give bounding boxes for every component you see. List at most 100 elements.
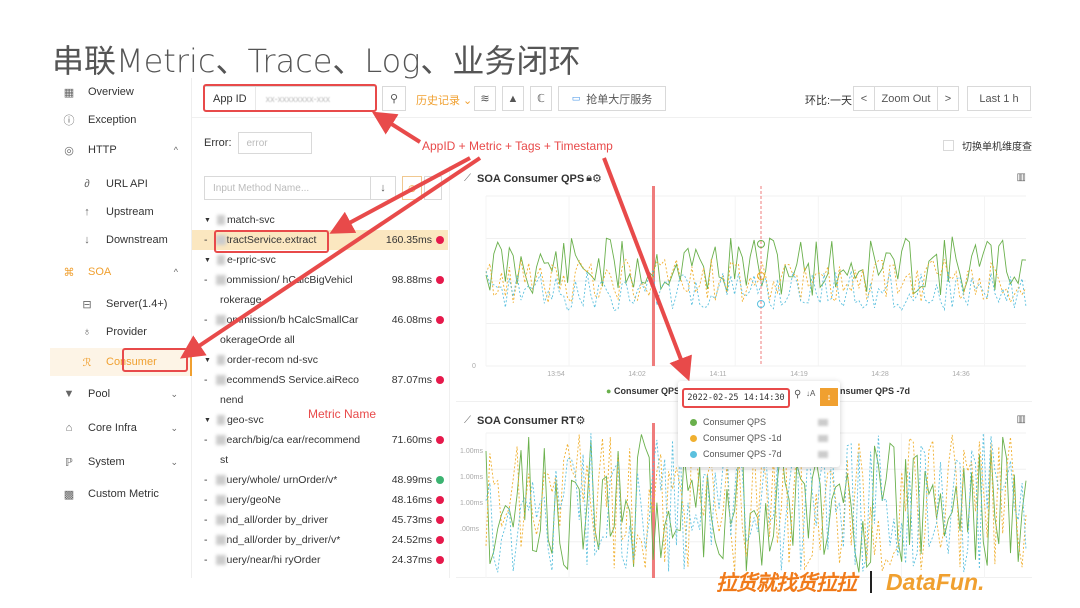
legend-7d[interactable]: Consumer QPS -7d — [828, 386, 910, 396]
next-button[interactable]: > — [937, 86, 959, 111]
sidebar-item-soa[interactable]: ⌘ SOA ^ — [50, 258, 192, 286]
method-row[interactable]: - nd_all/order by_driver 45.73ms — [192, 510, 448, 530]
chevron-icon[interactable]: ^ — [174, 267, 178, 277]
method-name-continued: nend — [220, 394, 244, 406]
sidebar-item-provider[interactable]: ♁ Provider — [50, 318, 192, 346]
redacted — [215, 275, 226, 285]
sidebar-item-downstream[interactable]: ↓ Downstream — [50, 226, 192, 254]
method-name: earch/big/ca ear/recommend — [226, 434, 361, 446]
error-filter: Error: error — [204, 132, 312, 154]
status-dot — [436, 436, 444, 444]
method-row[interactable]: - ommission/b hCalcSmallCar 46.08ms — [192, 310, 448, 330]
legend-qps[interactable]: ● Consumer QPS — [606, 386, 680, 396]
huolala-logo: 拉货就找货拉拉 — [716, 572, 857, 595]
arrow-down-icon: ↓ — [84, 234, 90, 246]
search-icon[interactable]: ⚲ — [794, 389, 801, 400]
tooltip-series-row: Consumer QPS — [690, 417, 828, 427]
logo-divider — [870, 571, 872, 593]
dash: - — [204, 494, 208, 506]
dash: - — [204, 234, 208, 246]
link-icon: ∂ — [84, 178, 90, 190]
latency-value: 48.99ms — [391, 474, 432, 486]
sidebar-item-label: Provider — [106, 326, 147, 338]
service-group[interactable]: ▼ order-recom nd-svc — [192, 350, 448, 370]
y-tick-label: 1.00ms — [460, 448, 483, 455]
time-range-button[interactable]: Last 1 h — [967, 86, 1031, 111]
user-icon: ♁ — [82, 326, 92, 338]
y-tick-label: 0 — [472, 363, 476, 370]
method-row[interactable]: - earch/big/ca ear/recommend 71.60ms — [192, 430, 448, 450]
redacted — [215, 315, 226, 325]
caret-down-icon[interactable]: ▼ — [204, 417, 211, 424]
sidebar-item-server-1-4[interactable]: ⊟ Server(1.4+) — [50, 290, 192, 318]
error-input[interactable]: error — [237, 132, 312, 154]
trace-tool-button[interactable]: ≋ — [474, 86, 496, 111]
service-button[interactable]: ▭ 抢单大厅服务 — [558, 86, 666, 111]
latency-value: 98.88ms — [391, 274, 432, 286]
dash: - — [204, 514, 208, 526]
sidebar-item-custom-metric[interactable]: ▩ Custom Metric — [50, 480, 192, 508]
qps-chart[interactable]: 13:54 14:02 14:11 14:19 14:28 14:36 0 — [456, 166, 1032, 402]
prev-button[interactable]: < — [853, 86, 875, 111]
search-icon: ⚲ — [389, 93, 399, 105]
sort-button[interactable]: ↓ — [370, 176, 396, 200]
service-group[interactable]: ▼ e-rpric-svc — [192, 250, 448, 270]
search-button[interactable]: ⚲ — [382, 86, 406, 111]
sidebar: ▦ Overview ⓘ Exception ◎ HTTP ^ ∂ URL API ↑ Upstre… — [50, 78, 192, 578]
chevron-icon[interactable]: ⌄ — [170, 389, 178, 400]
sidebar-item-overview[interactable]: ▦ Overview — [50, 78, 192, 106]
history-dropdown[interactable]: 历史记录 ⌄ — [416, 92, 472, 108]
sidebar-item-http[interactable]: ◎ HTTP ^ — [50, 136, 192, 164]
sidebar-item-label: Server(1.4+) — [106, 298, 168, 310]
globe-icon: ◎ — [64, 144, 74, 157]
service-name: order-recom nd-svc — [226, 354, 318, 366]
chevron-icon[interactable]: ⌄ — [170, 457, 178, 468]
sidebar-item-core-infra[interactable]: ⌂ Core Infra ⌄ — [50, 414, 192, 442]
sidebar-item-exception[interactable]: ⓘ Exception — [50, 106, 192, 134]
method-row[interactable]: - uery/near/hi ryOrder 24.37ms — [192, 550, 448, 570]
sidebar-item-url-api[interactable]: ∂ URL API — [50, 170, 192, 198]
command-icon: ⌘ — [63, 266, 75, 279]
exclamation-circle-icon: ⓘ — [63, 115, 75, 127]
sidebar-item-upstream[interactable]: ↑ Upstream — [50, 198, 192, 226]
sidebar-item-pool[interactable]: ▼ Pool ⌄ — [50, 380, 192, 408]
x-tick-label: 14:11 — [710, 371, 727, 378]
redacted — [215, 495, 226, 505]
chevron-icon[interactable]: ⌄ — [170, 423, 178, 434]
status-dot — [436, 276, 444, 284]
c-tool-button[interactable]: ℂ — [530, 86, 552, 111]
method-row[interactable]: - uery/geoNe 48.16ms — [192, 490, 448, 510]
checkbox[interactable] — [943, 140, 954, 151]
redacted — [215, 515, 226, 525]
chevron-icon[interactable]: ^ — [174, 145, 178, 155]
sort-az-icon[interactable]: ↓A — [806, 389, 815, 398]
zoom-out-button[interactable]: Zoom Out — [874, 86, 938, 111]
host-dimension-toggle[interactable]: 切换单机维度查 — [943, 138, 1032, 153]
redacted — [215, 535, 226, 545]
status-dot — [436, 376, 444, 384]
log-tool-button[interactable]: ▲ — [502, 86, 524, 111]
funnel-icon: ▼ — [63, 388, 75, 400]
slide-title: 串联Metric、Trace、Log、业务闭环 — [52, 42, 581, 80]
service-group[interactable]: ▼ match-svc — [192, 210, 448, 230]
redacted — [216, 355, 225, 365]
method-row[interactable]: - nd_all/order by_driver/v* 24.52ms — [192, 530, 448, 550]
arrow-up-icon: ↑ — [84, 206, 90, 218]
caret-down-icon[interactable]: ▼ — [204, 357, 211, 364]
method-name: uery/geoNe — [226, 494, 281, 506]
method-row[interactable]: - uery/whole/ urnOrder/v* 48.99ms — [192, 470, 448, 490]
y-tick-label: .00ms — [460, 526, 480, 533]
x-tick-label: 13:54 — [547, 371, 565, 378]
x-tick-label: 14:36 — [952, 371, 970, 378]
more-button[interactable] — [424, 176, 442, 200]
footer-logos: 拉货就找货拉拉 DataFun. — [716, 567, 984, 597]
clock-button[interactable]: ◷ — [402, 176, 422, 200]
method-search-input[interactable]: Input Method Name... — [204, 176, 396, 200]
sidebar-item-system[interactable]: ℙ System ⌄ — [50, 448, 192, 476]
caret-down-icon[interactable]: ▼ — [204, 257, 211, 264]
method-row[interactable]: - ommission/ hCalcBigVehicl 98.88ms — [192, 270, 448, 290]
sort-value-icon[interactable]: ↕ — [820, 388, 838, 406]
method-row[interactable]: - ecommendS Service.aiReco 87.07ms — [192, 370, 448, 390]
sidebar-item-label: HTTP — [88, 144, 117, 156]
caret-down-icon[interactable]: ▼ — [204, 217, 211, 224]
